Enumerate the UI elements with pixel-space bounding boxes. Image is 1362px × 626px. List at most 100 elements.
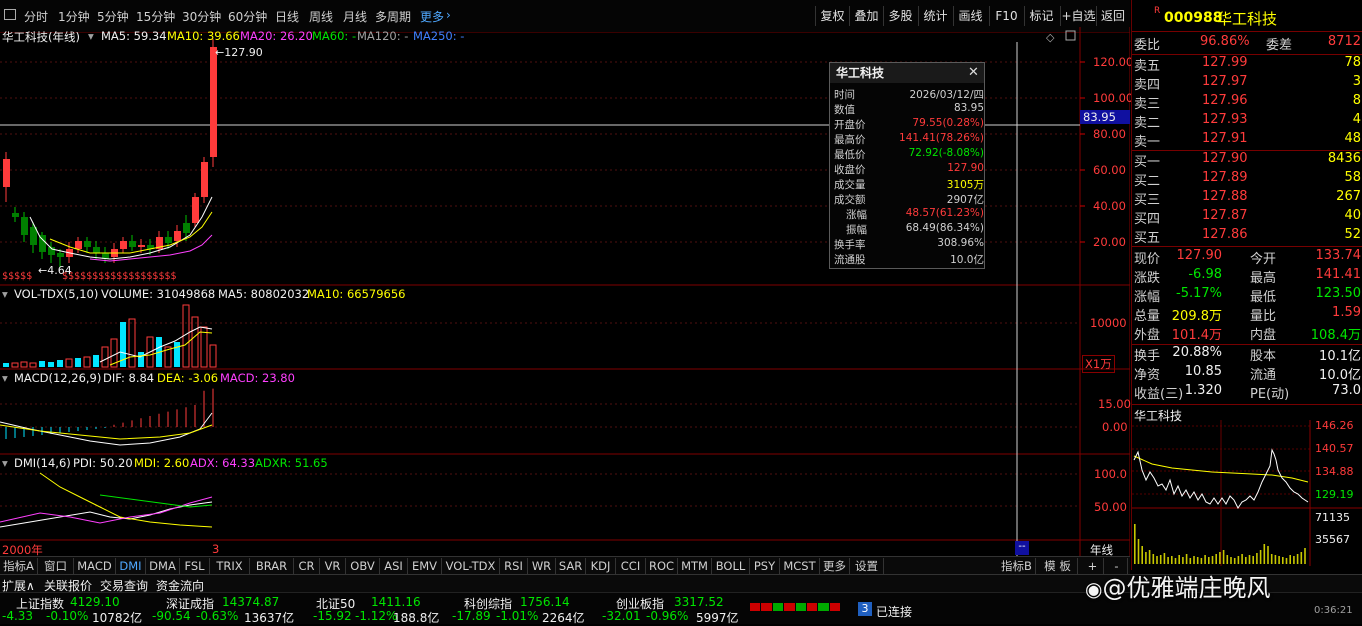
dmi-mdi: MDI: 2.60 bbox=[134, 456, 190, 470]
ask-row-4[interactable]: 卖四 127.97 3 bbox=[1132, 74, 1362, 93]
indicator-tab-20[interactable]: MTM bbox=[678, 558, 712, 574]
bid-row-4[interactable]: 买四 127.87 40 bbox=[1132, 208, 1362, 227]
indicator-tab-4[interactable]: DMA bbox=[146, 558, 180, 574]
indicator-tab-12[interactable]: EMV bbox=[408, 558, 442, 574]
indicator-tab-24[interactable]: 更多 bbox=[820, 558, 850, 574]
chevron-right-icon[interactable]: › bbox=[446, 8, 451, 22]
overlay-button[interactable]: 叠加 bbox=[849, 6, 883, 26]
volume-bar bbox=[3, 363, 9, 367]
mark-button[interactable]: 标记 bbox=[1024, 6, 1058, 26]
volume-bar bbox=[20, 361, 28, 368]
index-bz50[interactable]: 北证50 1411.16 bbox=[316, 594, 446, 611]
add-watchlist-button[interactable]: +自选 bbox=[1060, 6, 1096, 26]
candle-body bbox=[192, 197, 199, 223]
ask-row-5[interactable]: 卖五 127.99 78 bbox=[1132, 55, 1362, 74]
indicator-tab-14[interactable]: RSI bbox=[500, 558, 528, 574]
indicator-tab-10[interactable]: OBV bbox=[346, 558, 380, 574]
indicator-tab-23[interactable]: MCST bbox=[780, 558, 820, 574]
template-tab[interactable]: 模 板 bbox=[1038, 558, 1078, 574]
mini-volume-bar bbox=[1241, 554, 1243, 564]
price-tick-2: 100.00 bbox=[1093, 91, 1134, 105]
diamond-icon[interactable]: ◇ bbox=[1046, 31, 1055, 44]
indicator-tab-8[interactable]: CR bbox=[294, 558, 320, 574]
fuquan-button[interactable]: 复权 bbox=[815, 6, 849, 26]
indicator-tab-21[interactable]: BOLL bbox=[712, 558, 750, 574]
expand-icon[interactable]: ▾ bbox=[2, 287, 8, 301]
indicator-b-tab[interactable]: 指标B bbox=[998, 558, 1036, 574]
indicator-tab-2[interactable]: MACD bbox=[74, 558, 116, 574]
ma250-label: MA250: - bbox=[413, 29, 465, 43]
bid-row-3[interactable]: 买三 127.88 267 bbox=[1132, 189, 1362, 208]
indicator-tab-0[interactable]: 指标A bbox=[0, 558, 38, 574]
mini-volume-bar bbox=[1189, 558, 1192, 564]
stock-name: 华工科技 bbox=[1217, 10, 1278, 28]
indicator-tab-1[interactable]: 窗口 bbox=[38, 558, 74, 574]
index-sz[interactable]: 深证成指 14374.87 bbox=[166, 594, 316, 611]
volume-bar bbox=[191, 316, 199, 368]
crosshair-date-marker: -- bbox=[1015, 541, 1029, 555]
mini-volume-bar bbox=[1256, 553, 1258, 564]
period-multi[interactable]: 多周期 bbox=[375, 8, 411, 25]
indicator-tab-15[interactable]: WR bbox=[528, 558, 556, 574]
ask-row-1[interactable]: 卖一 127.91 48 bbox=[1132, 131, 1362, 150]
period-15min[interactable]: 15分钟 bbox=[136, 8, 175, 25]
macd-tick-1: 15.00 bbox=[1098, 397, 1131, 411]
indicator-tab-18[interactable]: CCI bbox=[616, 558, 646, 574]
expand-icon[interactable]: ▾ bbox=[88, 29, 94, 43]
indicator-tab-6[interactable]: TRIX bbox=[210, 558, 250, 574]
period-fenshi[interactable]: 分时 bbox=[24, 8, 48, 25]
indicator-tab-3[interactable]: DMI bbox=[116, 558, 146, 574]
period-day[interactable]: 日线 bbox=[275, 8, 299, 25]
period-month[interactable]: 月线 bbox=[343, 8, 367, 25]
indicator-tab-19[interactable]: ROC bbox=[646, 558, 678, 574]
bid-row-5[interactable]: 买五 127.86 52 bbox=[1132, 227, 1362, 246]
multi-stock-button[interactable]: 多股 bbox=[883, 6, 917, 26]
indicator-tab-13[interactable]: VOL-TDX bbox=[442, 558, 500, 574]
mini-volume-bar bbox=[1211, 556, 1214, 564]
indicator-tab-22[interactable]: PSY bbox=[750, 558, 780, 574]
back-button[interactable]: 返回 bbox=[1096, 6, 1129, 26]
dmi-header: DMI(14,6) bbox=[14, 456, 71, 470]
period-week[interactable]: 周线 bbox=[309, 8, 333, 25]
volume-bar bbox=[101, 346, 109, 368]
period-60min[interactable]: 60分钟 bbox=[228, 8, 267, 25]
indicator-tab-16[interactable]: SAR bbox=[556, 558, 586, 574]
ask-row-2[interactable]: 卖二 127.93 4 bbox=[1132, 112, 1362, 131]
mini-volume-bar bbox=[1259, 550, 1262, 564]
period-30min[interactable]: 30分钟 bbox=[182, 8, 221, 25]
tooltip-row-turnover: 换手率 308.96% bbox=[834, 237, 984, 251]
period-more[interactable]: 更多 bbox=[420, 8, 444, 25]
index-cyb[interactable]: 创业板指 3317.52 bbox=[616, 594, 756, 611]
indicator-tab-17[interactable]: KDJ bbox=[586, 558, 616, 574]
mini-volume-bar bbox=[1267, 546, 1269, 564]
volume-bar bbox=[93, 355, 99, 367]
stat-row-change: 涨跌 -6.98 最高 141.41 bbox=[1134, 267, 1361, 286]
ask-row-3[interactable]: 卖三 127.96 8 bbox=[1132, 93, 1362, 112]
period-1min[interactable]: 1分钟 bbox=[58, 8, 90, 25]
tooltip-row-amount: 成交额 2907亿 bbox=[834, 194, 984, 206]
indicator-tab-25[interactable]: 设置 bbox=[850, 558, 884, 574]
candle-body bbox=[12, 213, 19, 217]
tooltip-row-amplitude: 振幅 68.49(86.34%) bbox=[846, 222, 984, 236]
watermark: ◉@优雅端庄晚风 bbox=[1085, 574, 1271, 602]
draw-line-button[interactable]: 画线 bbox=[953, 6, 987, 26]
index-kc[interactable]: 科创综指 1756.14 bbox=[464, 594, 604, 611]
mini-volume-bar bbox=[1200, 558, 1203, 564]
indicator-tab-5[interactable]: FSL bbox=[180, 558, 210, 574]
candle-body bbox=[93, 247, 100, 253]
close-icon[interactable]: ✕ bbox=[968, 65, 979, 80]
candle-body bbox=[84, 241, 91, 247]
indicator-tab-7[interactable]: BRAR bbox=[250, 558, 294, 574]
period-5min[interactable]: 5分钟 bbox=[97, 8, 129, 25]
bid-row-2[interactable]: 买二 127.89 58 bbox=[1132, 170, 1362, 189]
indicator-tab-9[interactable]: VR bbox=[320, 558, 346, 574]
tooltip-row-low: 最低价 72.92(-8.08%) bbox=[834, 147, 984, 161]
indicator-tab-11[interactable]: ASI bbox=[380, 558, 408, 574]
maximize-icon[interactable] bbox=[1065, 30, 1076, 41]
expand-icon[interactable]: ▾ bbox=[2, 456, 8, 470]
bid-row-1[interactable]: 买一 127.90 8436 bbox=[1132, 151, 1362, 170]
expand-icon[interactable]: ▾ bbox=[2, 371, 8, 385]
f10-button[interactable]: F10 bbox=[989, 6, 1023, 26]
stats-button[interactable]: 统计 bbox=[918, 6, 952, 26]
window-icon[interactable] bbox=[4, 9, 16, 20]
